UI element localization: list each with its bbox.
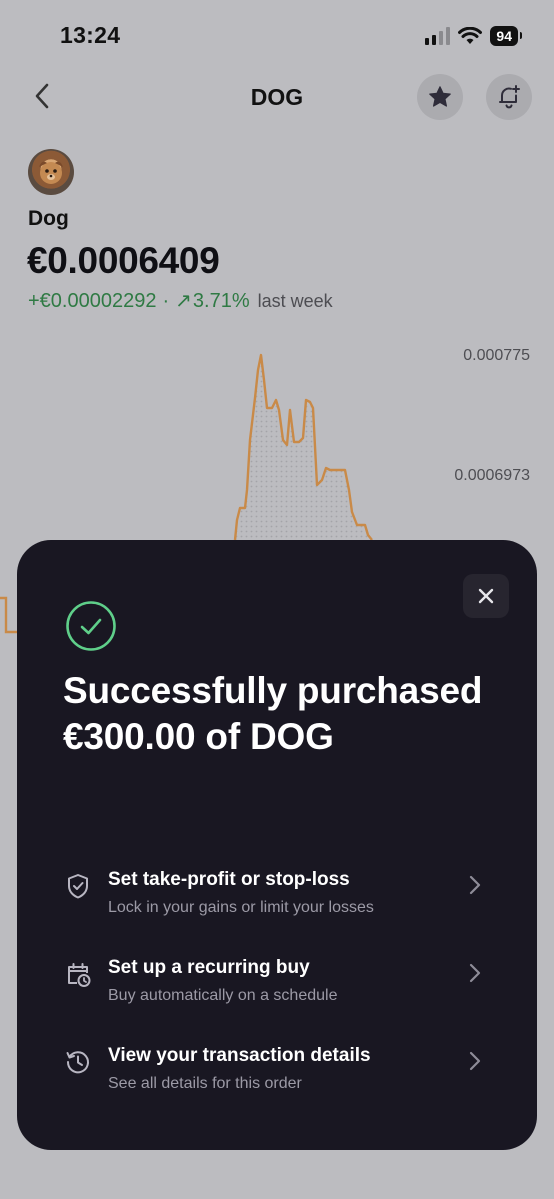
recurring-buy-action[interactable]: Set up a recurring buy Buy automatically… (17, 957, 537, 1027)
action-subtitle: Buy automatically on a schedule (108, 987, 338, 1004)
action-title: Set take-profit or stop-loss (108, 869, 350, 890)
calendar-clock-icon (68, 963, 91, 987)
close-button[interactable] (463, 574, 509, 618)
change-period: last week (257, 291, 333, 311)
price-alert-button[interactable] (486, 74, 532, 120)
asset-name: Dog (28, 207, 69, 230)
price-change: +€0.00002292 · ↗ 3.71% last week (28, 288, 333, 313)
page-title: DOG (250, 84, 304, 110)
action-subtitle: See all details for this order (108, 1075, 302, 1092)
purchase-success-sheet: Successfully purchased €300.00 of DOG Se… (17, 540, 537, 1150)
screen: 13:24 94 DOG Dog €0.0006409 +€0.00002292… (0, 0, 554, 1199)
y-tick-label: 0.0006973 (454, 467, 530, 484)
action-title: View your transaction details (108, 1045, 371, 1066)
action-title: Set up a recurring buy (108, 957, 310, 978)
history-icon (66, 1051, 89, 1074)
battery-indicator: 94 (490, 26, 522, 46)
dog-logo-icon (39, 161, 63, 184)
transaction-details-action[interactable]: View your transaction details See all de… (17, 1045, 537, 1115)
chevron-right-icon (469, 963, 481, 983)
y-tick-label: 0.000775 (463, 347, 530, 364)
status-time: 13:24 (60, 22, 121, 48)
star-icon (429, 86, 451, 107)
trend-up-icon: ↗ (175, 290, 192, 312)
asset-avatar (28, 149, 74, 195)
chevron-right-icon (469, 1051, 481, 1071)
change-amount: +€0.00002292 (28, 290, 157, 312)
cellular-signal-icon (425, 27, 451, 45)
chevron-right-icon (469, 875, 481, 895)
close-icon (478, 588, 494, 604)
change-percent: 3.71% (192, 290, 250, 312)
shield-check-icon (68, 874, 88, 899)
bell-plus-icon (499, 85, 520, 109)
asset-price: €0.0006409 (27, 240, 220, 281)
favorite-button[interactable] (417, 74, 463, 120)
success-title: Successfully purchased €300.00 of DOG (63, 670, 483, 757)
status-icons: 94 (425, 26, 522, 46)
action-subtitle: Lock in your gains or limit your losses (108, 899, 374, 916)
chart-line-left (0, 596, 17, 634)
wifi-icon (458, 27, 483, 44)
check-circle-icon (66, 601, 116, 651)
take-profit-stop-loss-action[interactable]: Set take-profit or stop-loss Lock in you… (17, 869, 537, 939)
change-separator: · (162, 290, 170, 312)
